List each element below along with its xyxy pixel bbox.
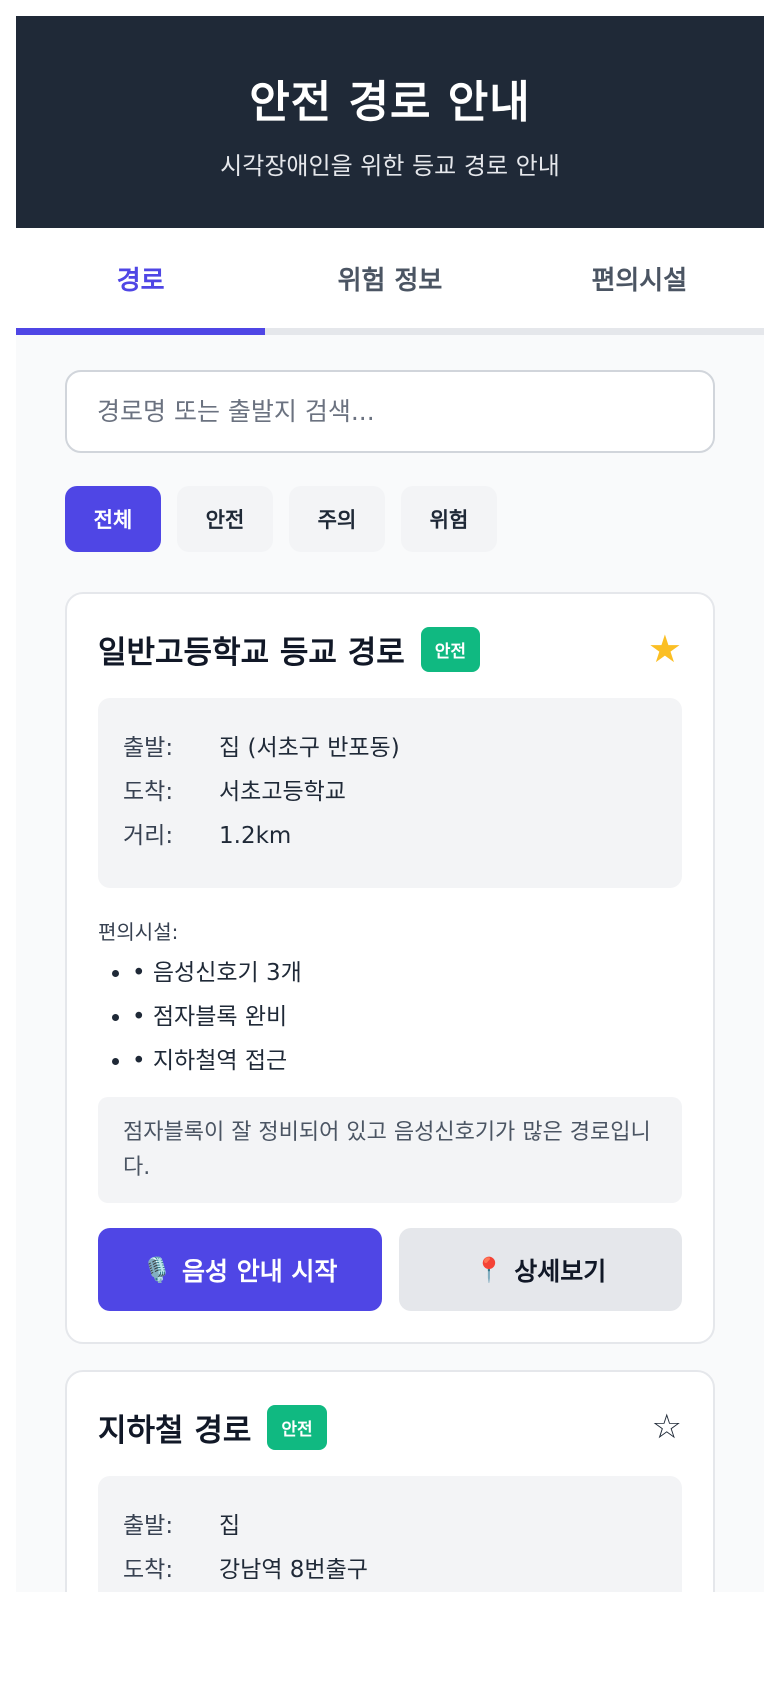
app-frame: 안전 경로 안내 시각장애인을 위한 등교 경로 안내 경로 위험 정보 편의시…: [16, 16, 764, 1592]
info-row-start: 출발: 집 (서초구 반포동): [123, 726, 657, 770]
filter-safe[interactable]: 안전: [177, 486, 273, 552]
filter-chips: 전체 안전 주의 위험: [65, 486, 715, 552]
tab-bar: 경로 위험 정보 편의시설: [16, 228, 764, 335]
facilities-heading: 편의시설:: [98, 920, 179, 944]
filter-all[interactable]: 전체: [65, 486, 161, 552]
route-info: 출발: 집 도착: 강남역 8번출구: [98, 1476, 682, 1592]
route-title: 일반고등학교 등교 경로: [98, 634, 405, 671]
map-pin-icon: 📍: [474, 1255, 505, 1284]
button-label: 상세보기: [514, 1256, 607, 1286]
status-badge: 안전: [420, 626, 481, 672]
info-row-start: 출발: 집: [123, 1504, 657, 1548]
page-title: 안전 경로 안내: [249, 77, 531, 128]
view-details-button[interactable]: 📍 상세보기: [398, 1228, 682, 1311]
info-row-destination: 도착: 강남역 8번출구: [123, 1548, 657, 1592]
filter-caution[interactable]: 주의: [289, 486, 385, 552]
button-label: 음성 안내 시작: [181, 1256, 338, 1286]
route-card-header: 지하철 경로 안전 ☆: [98, 1402, 682, 1452]
route-card: 일반고등학교 등교 경로 안전 ★ 출발: 집 (서초구 반포동) 도착: 서초…: [65, 592, 715, 1344]
list-item: • 지하철역 접근: [132, 1039, 682, 1083]
info-row-distance: 거리: 1.2km: [123, 814, 657, 858]
list-item: • 음성신호기 3개: [132, 951, 682, 995]
status-badge: 안전: [267, 1404, 327, 1450]
info-value: 서초고등학교: [219, 779, 346, 805]
page-subtitle: 시각장애인을 위한 등교 경로 안내: [220, 152, 560, 180]
main-content: 전체 안전 주의 위험 일반고등학교 등교 경로 안전 ★ 출발: 집 (서초구…: [16, 335, 764, 1592]
filter-danger[interactable]: 위험: [401, 486, 497, 552]
info-label: 출발:: [123, 735, 174, 761]
route-title: 지하철 경로: [98, 1412, 252, 1449]
microphone-icon: 🎙️: [142, 1255, 172, 1284]
list-item: • 점자블록 완비: [132, 995, 682, 1039]
tab-facilities[interactable]: 편의시설: [515, 228, 764, 328]
info-label: 도착:: [123, 779, 174, 805]
info-label: 출발:: [123, 1513, 174, 1539]
facilities-list: • 음성신호기 3개 • 점자블록 완비 • 지하철역 접근: [98, 951, 682, 1083]
info-value: 1.2km: [219, 823, 292, 849]
tab-hazards[interactable]: 위험 정보: [265, 228, 514, 328]
info-value: 집: [219, 1513, 241, 1539]
route-card: 지하철 경로 안전 ☆ 출발: 집 도착: 강남역 8번출구: [65, 1370, 715, 1592]
info-label: 거리:: [123, 823, 174, 849]
star-outline-icon[interactable]: ☆: [652, 1407, 682, 1447]
app-header: 안전 경로 안내 시각장애인을 위한 등교 경로 안내: [16, 16, 764, 228]
search-input[interactable]: [65, 370, 715, 453]
info-value: 강남역 8번출구: [219, 1557, 368, 1583]
route-info: 출발: 집 (서초구 반포동) 도착: 서초고등학교 거리: 1.2km: [98, 698, 682, 888]
route-actions: 🎙️ 음성 안내 시작 📍 상세보기: [98, 1228, 682, 1311]
info-row-destination: 도착: 서초고등학교: [123, 770, 657, 814]
star-filled-icon[interactable]: ★: [648, 627, 682, 671]
route-card-header: 일반고등학교 등교 경로 안전 ★: [98, 624, 682, 674]
info-value: 집 (서초구 반포동): [219, 735, 400, 761]
info-label: 도착:: [123, 1557, 174, 1583]
start-voice-guide-button[interactable]: 🎙️ 음성 안내 시작: [98, 1228, 382, 1311]
tab-routes[interactable]: 경로: [16, 228, 266, 335]
route-note: 점자블록이 잘 정비되어 있고 음성신호기가 많은 경로입니다.: [98, 1097, 682, 1203]
